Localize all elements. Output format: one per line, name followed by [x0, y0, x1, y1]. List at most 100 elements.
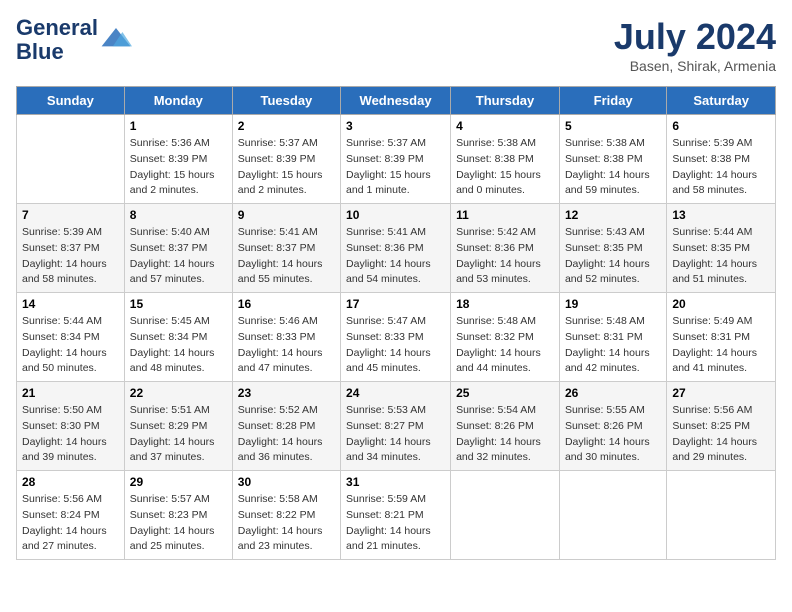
calendar-cell: 23Sunrise: 5:52 AM Sunset: 8:28 PM Dayli… [232, 382, 340, 471]
day-number: 12 [565, 208, 661, 222]
calendar-cell: 2 Sunrise: 5:37 AM Sunset: 8:39 PM Daylig… [232, 115, 340, 204]
calendar-cell: 29 Sunrise: 5:57 AM Sunset: 8:23 PM Dayli… [124, 471, 232, 560]
day-detail: Sunrise: 5:46 AM Sunset: 8:33 PM Dayligh… [238, 314, 335, 377]
calendar-cell: 4 Sunrise: 5:38 AM Sunset: 8:38 PM Daylig… [451, 115, 560, 204]
day-detail: Sunrise: 5:44 AM Sunset: 8:34 PM Dayligh… [22, 314, 119, 377]
calendar-cell: 1 Sunrise: 5:36 AM Sunset: 8:39 PM Daylig… [124, 115, 232, 204]
day-number: 14 [22, 297, 119, 311]
day-detail: Sunrise: 5:47 AM Sunset: 8:33 PM Dayligh… [346, 314, 445, 377]
calendar-cell: 27 Sunrise: 5:56 AM Sunset: 8:25 PM Dayli… [667, 382, 776, 471]
calendar-cell: 15Sunrise: 5:45 AM Sunset: 8:34 PM Dayli… [124, 293, 232, 382]
day-number: 6 [672, 119, 770, 133]
calendar-cell: 16 Sunrise: 5:46 AM Sunset: 8:33 PM Dayli… [232, 293, 340, 382]
day-detail: Sunrise: 5:36 AM Sunset: 8:39 PM Dayligh… [130, 136, 227, 199]
weekday-header: Wednesday [341, 87, 451, 115]
day-number: 18 [456, 297, 554, 311]
day-number: 5 [565, 119, 661, 133]
weekday-header: Tuesday [232, 87, 340, 115]
day-number: 24 [346, 386, 445, 400]
day-number: 20 [672, 297, 770, 311]
calendar-cell: 30 Sunrise: 5:58 AM Sunset: 8:22 PM Dayli… [232, 471, 340, 560]
month-title: July 2024 [614, 16, 776, 58]
calendar-cell: 22Sunrise: 5:51 AM Sunset: 8:29 PM Dayli… [124, 382, 232, 471]
day-detail: Sunrise: 5:54 AM Sunset: 8:26 PM Dayligh… [456, 403, 554, 466]
weekday-header-row: SundayMondayTuesdayWednesdayThursdayFrid… [17, 87, 776, 115]
calendar-cell: 28Sunrise: 5:56 AM Sunset: 8:24 PM Dayli… [17, 471, 125, 560]
title-block: July 2024 Basen, Shirak, Armenia [614, 16, 776, 74]
day-number: 8 [130, 208, 227, 222]
calendar-cell: 20 Sunrise: 5:49 AM Sunset: 8:31 PM Dayli… [667, 293, 776, 382]
weekday-header: Sunday [17, 87, 125, 115]
calendar-cell [451, 471, 560, 560]
day-number: 21 [22, 386, 119, 400]
calendar-week-row: 7 Sunrise: 5:39 AM Sunset: 8:37 PM Daylig… [17, 204, 776, 293]
calendar-cell [559, 471, 666, 560]
day-number: 15 [130, 297, 227, 311]
location: Basen, Shirak, Armenia [614, 58, 776, 74]
calendar-cell: 12 Sunrise: 5:43 AM Sunset: 8:35 PM Dayli… [559, 204, 666, 293]
day-detail: Sunrise: 5:51 AM Sunset: 8:29 PM Dayligh… [130, 403, 227, 466]
day-detail: Sunrise: 5:52 AM Sunset: 8:28 PM Dayligh… [238, 403, 335, 466]
day-detail: Sunrise: 5:53 AM Sunset: 8:27 PM Dayligh… [346, 403, 445, 466]
day-detail: Sunrise: 5:41 AM Sunset: 8:36 PM Dayligh… [346, 225, 445, 288]
day-number: 13 [672, 208, 770, 222]
calendar-cell: 3Sunrise: 5:37 AM Sunset: 8:39 PM Daylig… [341, 115, 451, 204]
day-number: 16 [238, 297, 335, 311]
day-number: 1 [130, 119, 227, 133]
logo-icon [100, 24, 132, 56]
day-detail: Sunrise: 5:57 AM Sunset: 8:23 PM Dayligh… [130, 492, 227, 555]
calendar-cell: 24 Sunrise: 5:53 AM Sunset: 8:27 PM Dayli… [341, 382, 451, 471]
calendar-table: SundayMondayTuesdayWednesdayThursdayFrid… [16, 86, 776, 560]
day-detail: Sunrise: 5:48 AM Sunset: 8:31 PM Dayligh… [565, 314, 661, 377]
day-number: 17 [346, 297, 445, 311]
day-number: 9 [238, 208, 335, 222]
day-number: 10 [346, 208, 445, 222]
calendar-cell: 26Sunrise: 5:55 AM Sunset: 8:26 PM Dayli… [559, 382, 666, 471]
day-detail: Sunrise: 5:44 AM Sunset: 8:35 PM Dayligh… [672, 225, 770, 288]
day-detail: Sunrise: 5:39 AM Sunset: 8:37 PM Dayligh… [22, 225, 119, 288]
day-detail: Sunrise: 5:56 AM Sunset: 8:25 PM Dayligh… [672, 403, 770, 466]
calendar-cell: 10 Sunrise: 5:41 AM Sunset: 8:36 PM Dayli… [341, 204, 451, 293]
logo-text: General Blue [16, 16, 98, 64]
day-number: 19 [565, 297, 661, 311]
day-number: 25 [456, 386, 554, 400]
day-number: 7 [22, 208, 119, 222]
calendar-cell: 6 Sunrise: 5:39 AM Sunset: 8:38 PM Daylig… [667, 115, 776, 204]
day-detail: Sunrise: 5:49 AM Sunset: 8:31 PM Dayligh… [672, 314, 770, 377]
day-detail: Sunrise: 5:43 AM Sunset: 8:35 PM Dayligh… [565, 225, 661, 288]
weekday-header: Monday [124, 87, 232, 115]
calendar-week-row: 14 Sunrise: 5:44 AM Sunset: 8:34 PM Dayli… [17, 293, 776, 382]
day-detail: Sunrise: 5:40 AM Sunset: 8:37 PM Dayligh… [130, 225, 227, 288]
day-number: 30 [238, 475, 335, 489]
calendar-cell: 25 Sunrise: 5:54 AM Sunset: 8:26 PM Dayli… [451, 382, 560, 471]
day-detail: Sunrise: 5:58 AM Sunset: 8:22 PM Dayligh… [238, 492, 335, 555]
day-detail: Sunrise: 5:38 AM Sunset: 8:38 PM Dayligh… [456, 136, 554, 199]
day-number: 2 [238, 119, 335, 133]
day-number: 27 [672, 386, 770, 400]
day-number: 3 [346, 119, 445, 133]
calendar-cell: 19 Sunrise: 5:48 AM Sunset: 8:31 PM Dayli… [559, 293, 666, 382]
day-detail: Sunrise: 5:38 AM Sunset: 8:38 PM Dayligh… [565, 136, 661, 199]
calendar-cell [667, 471, 776, 560]
day-number: 29 [130, 475, 227, 489]
calendar-cell: 7 Sunrise: 5:39 AM Sunset: 8:37 PM Daylig… [17, 204, 125, 293]
calendar-cell: 9 Sunrise: 5:41 AM Sunset: 8:37 PM Daylig… [232, 204, 340, 293]
day-detail: Sunrise: 5:41 AM Sunset: 8:37 PM Dayligh… [238, 225, 335, 288]
day-detail: Sunrise: 5:39 AM Sunset: 8:38 PM Dayligh… [672, 136, 770, 199]
calendar-cell: 18 Sunrise: 5:48 AM Sunset: 8:32 PM Dayli… [451, 293, 560, 382]
calendar-week-row: 21Sunrise: 5:50 AM Sunset: 8:30 PM Dayli… [17, 382, 776, 471]
page-header: General Blue July 2024 Basen, Shirak, Ar… [16, 16, 776, 74]
day-detail: Sunrise: 5:48 AM Sunset: 8:32 PM Dayligh… [456, 314, 554, 377]
weekday-header: Friday [559, 87, 666, 115]
calendar-cell: 14 Sunrise: 5:44 AM Sunset: 8:34 PM Dayli… [17, 293, 125, 382]
calendar-cell [17, 115, 125, 204]
calendar-cell: 17 Sunrise: 5:47 AM Sunset: 8:33 PM Dayli… [341, 293, 451, 382]
day-detail: Sunrise: 5:55 AM Sunset: 8:26 PM Dayligh… [565, 403, 661, 466]
day-number: 4 [456, 119, 554, 133]
day-number: 11 [456, 208, 554, 222]
weekday-header: Saturday [667, 87, 776, 115]
logo: General Blue [16, 16, 132, 64]
day-detail: Sunrise: 5:37 AM Sunset: 8:39 PM Dayligh… [238, 136, 335, 199]
day-detail: Sunrise: 5:42 AM Sunset: 8:36 PM Dayligh… [456, 225, 554, 288]
day-number: 31 [346, 475, 445, 489]
